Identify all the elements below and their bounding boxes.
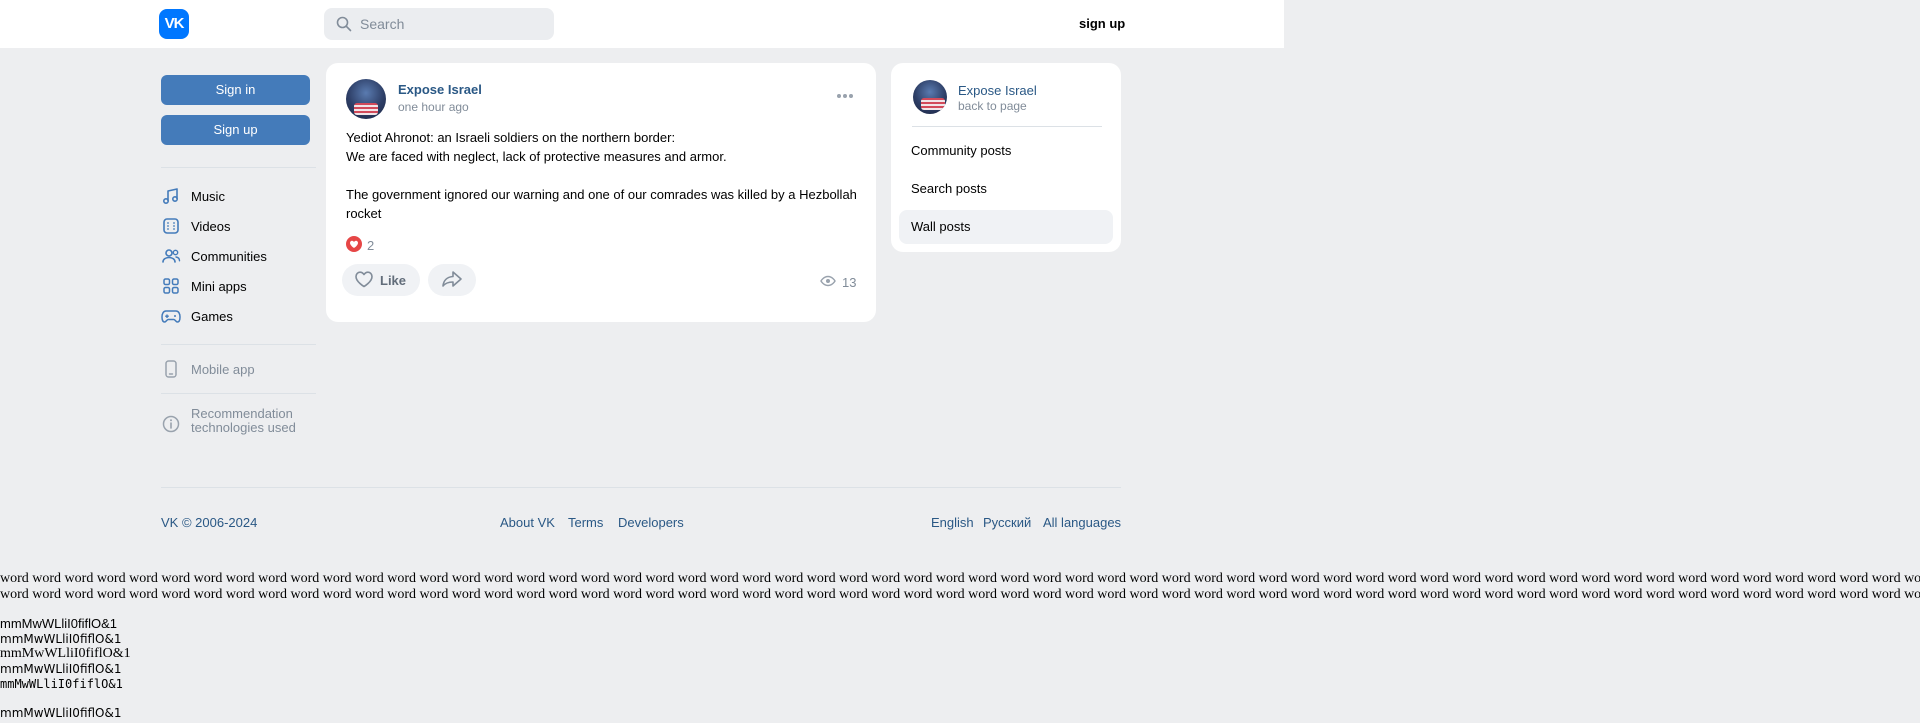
panel-divider: [912, 126, 1102, 127]
footer-link-terms[interactable]: Terms: [568, 515, 603, 530]
right-panel: Expose Israel back to page Community pos…: [891, 63, 1121, 252]
sidebar-divider: [161, 393, 316, 394]
views-count: 13: [842, 275, 857, 290]
sidebar-item-games[interactable]: Games: [161, 305, 311, 327]
like-button[interactable]: Like: [342, 264, 420, 296]
menu-wall-posts[interactable]: Wall posts: [899, 210, 1113, 244]
reactions-summary[interactable]: 2: [346, 236, 374, 255]
post-text-line: We are faced with neglect, lack of prote…: [346, 149, 727, 164]
sidebar-item-communities[interactable]: Communities: [161, 245, 311, 267]
sidebar-item-mini-apps[interactable]: Mini apps: [161, 275, 311, 297]
sidebar-item-label: Mobile app: [191, 361, 255, 377]
sidebar-item-label: Communities: [191, 248, 267, 264]
video-icon: [161, 216, 181, 236]
sidebar-divider: [161, 344, 316, 345]
post-text-line: Yediot Ahronot: an Israeli soldiers on t…: [346, 130, 676, 145]
info-icon: [161, 414, 181, 434]
sidebar-item-label: Videos: [191, 218, 231, 234]
heart-outline-icon: [354, 270, 374, 291]
post-text-line: The government ignored our warning and o…: [346, 187, 857, 221]
sidebar-item-music[interactable]: Music: [161, 185, 311, 207]
sidebar-item-videos[interactable]: Videos: [161, 215, 311, 237]
like-button-label: Like: [380, 272, 407, 288]
language-russian[interactable]: Русский: [983, 515, 1031, 530]
post-author-name[interactable]: Expose Israel: [398, 82, 482, 97]
search-icon: [336, 16, 352, 35]
mini-apps-icon: [161, 276, 181, 296]
back-to-page-link[interactable]: back to page: [958, 99, 1027, 113]
likes-count: 2: [367, 238, 375, 253]
sidebar-divider: [161, 167, 316, 168]
eye-icon: [820, 275, 836, 290]
views-counter: 13: [820, 275, 856, 290]
footer-link-developers[interactable]: Developers: [618, 515, 684, 530]
glyph-line: mmMwWLliI0fiflO&1: [0, 706, 122, 720]
post-author-avatar[interactable]: [346, 79, 386, 119]
sidebar-item-label: Music: [191, 188, 225, 204]
vk-logo[interactable]: VK: [159, 9, 189, 39]
sign-up-button[interactable]: Sign up: [161, 115, 310, 145]
sign-in-button[interactable]: Sign in: [161, 75, 310, 105]
recommendation-line-1: Recommendation: [191, 406, 293, 421]
footer-divider: [161, 487, 1121, 488]
footer-copyright: VK © 2006-2024: [161, 515, 258, 530]
glyph-line: mmMwWLliI0fiflO&1: [0, 616, 118, 631]
community-name[interactable]: Expose Israel: [958, 83, 1037, 98]
sidebar-item-label: Mini apps: [191, 278, 247, 294]
glyph-line: mmMwWLliI0fiflO&1: [0, 677, 123, 691]
glyph-line: mmMwWLliI0fiflO&1: [0, 662, 122, 676]
heart-reaction-icon: [346, 236, 362, 255]
language-english[interactable]: English: [931, 515, 974, 530]
share-icon: [441, 270, 463, 291]
communities-icon: [161, 246, 181, 266]
glyph-line: mmMwWLliI0fiflO&1: [0, 646, 131, 661]
post-text-spacer: [346, 166, 861, 185]
gamepad-icon: [161, 306, 181, 326]
all-languages-link[interactable]: All languages: [1043, 515, 1121, 530]
header-signup-link[interactable]: sign up: [1079, 16, 1125, 31]
post-time[interactable]: one hour ago: [398, 100, 469, 114]
more-options-icon[interactable]: [836, 87, 854, 102]
glyph-line: mmMwWLliI0fiflO&1: [0, 632, 122, 646]
sidebar-item-recommendation[interactable]: Recommendation technologies used: [161, 407, 311, 441]
menu-search-posts[interactable]: Search posts: [899, 172, 1113, 206]
phone-icon: [161, 359, 181, 379]
share-button[interactable]: [428, 264, 476, 296]
post-text: Yediot Ahronot: an Israeli soldiers on t…: [346, 128, 861, 223]
menu-community-posts[interactable]: Community posts: [899, 134, 1113, 168]
community-avatar[interactable]: [913, 80, 947, 114]
footer-link-about[interactable]: About VK: [500, 515, 555, 530]
music-icon: [161, 186, 181, 206]
recommendation-line-2: technologies used: [191, 420, 296, 435]
word-line: word word word word word word word word …: [0, 587, 1920, 602]
search-box[interactable]: [324, 8, 554, 40]
top-header: VK sign up: [0, 0, 1284, 48]
post-card: Expose Israel one hour ago Yediot Ahrono…: [326, 63, 876, 322]
recommendation-label: Recommendation technologies used: [191, 407, 296, 435]
sidebar-item-label: Games: [191, 308, 233, 324]
search-input[interactable]: [358, 8, 548, 40]
word-line: word word word word word word word word …: [0, 571, 1920, 586]
sidebar-item-mobile-app[interactable]: Mobile app: [161, 358, 311, 380]
